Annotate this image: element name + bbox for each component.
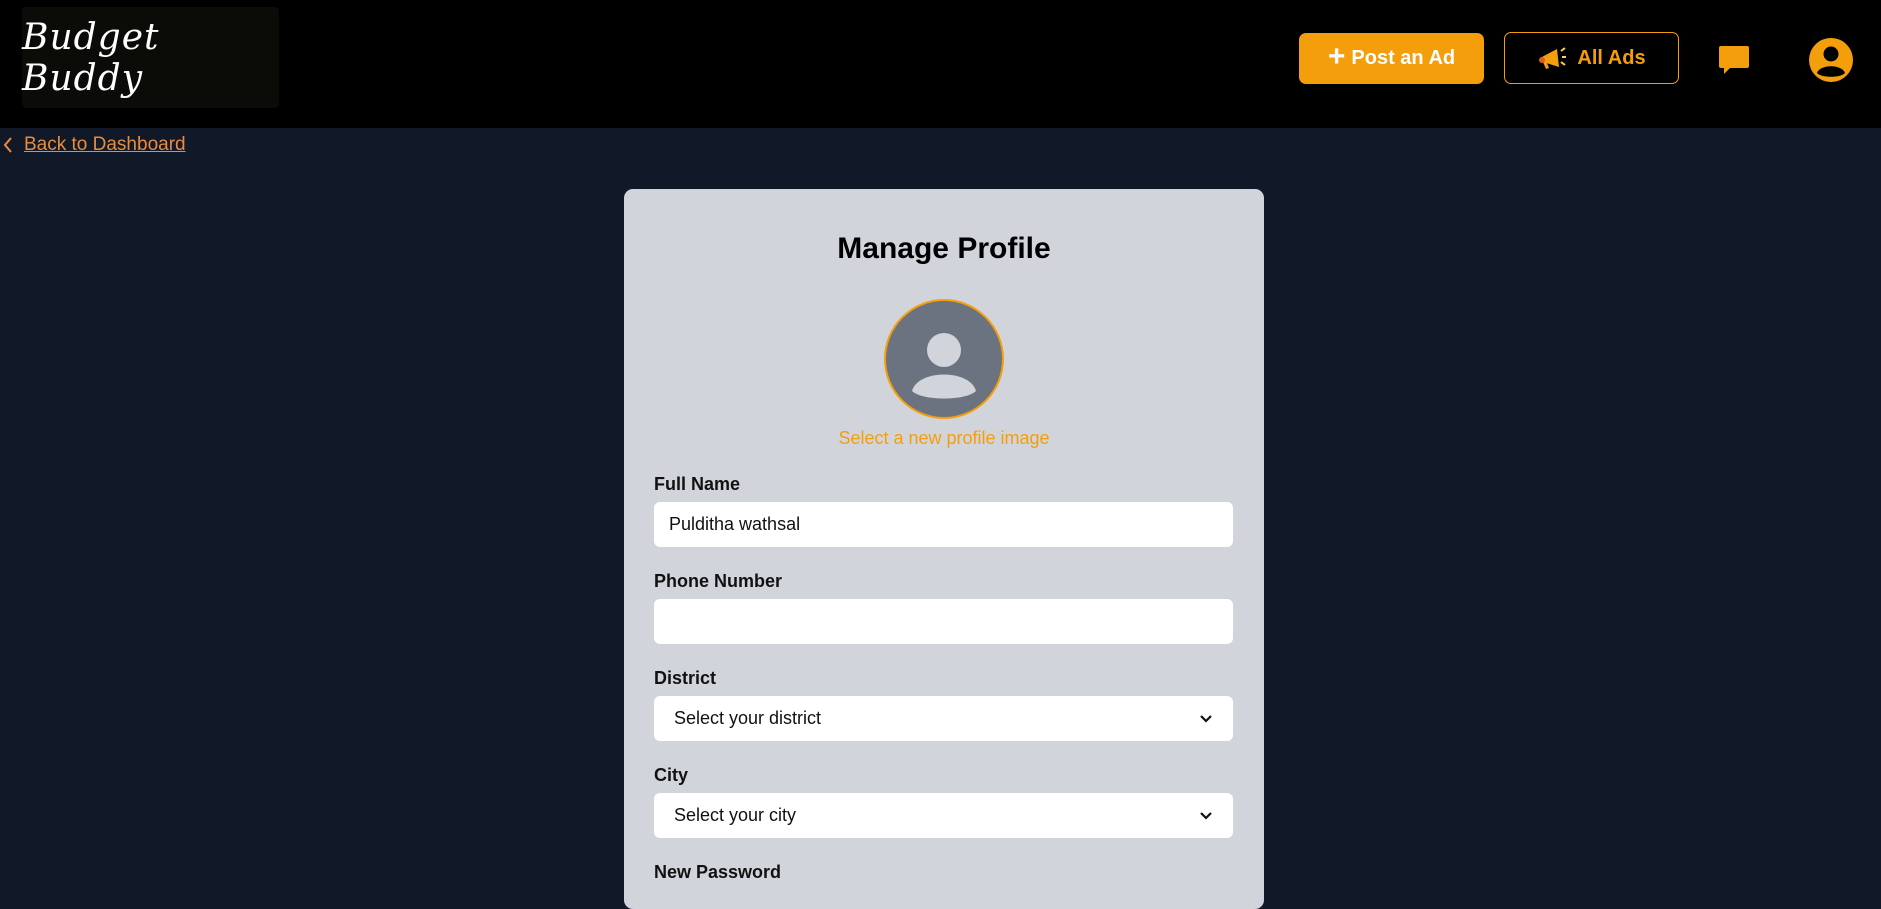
top-navbar: Budget Buddy + Post an Ad All Ads <box>0 0 1881 128</box>
chevron-left-icon <box>3 137 12 153</box>
chevron-down-icon <box>1200 811 1212 820</box>
select-profile-image-link[interactable]: Select a new profile image <box>624 428 1264 449</box>
district-selected-value: Select your district <box>674 708 822 728</box>
page-title: Manage Profile <box>837 232 1051 265</box>
full-name-field[interactable]: Pulditha wathsal <box>654 502 1233 547</box>
profile-avatar[interactable] <box>884 299 1004 419</box>
city-selected-value: Select your city <box>674 805 797 825</box>
default-user-icon <box>912 333 976 399</box>
phone-number-label: Phone Number <box>654 571 783 591</box>
chat-bubble-icon[interactable] <box>1718 44 1750 76</box>
brand-logo-text: Budget Buddy <box>22 16 160 99</box>
district-label: District <box>654 668 717 688</box>
plus-icon: + <box>1327 40 1346 73</box>
city-label: City <box>654 765 689 785</box>
chevron-down-icon <box>1200 714 1212 723</box>
user-circle-icon[interactable] <box>1808 37 1854 83</box>
post-ad-button[interactable]: + Post an Ad <box>1299 33 1484 84</box>
full-name-value: Pulditha wathsal <box>669 514 801 534</box>
brand-logo[interactable]: Budget Buddy <box>22 7 279 108</box>
phone-number-field[interactable] <box>654 599 1233 644</box>
full-name-label: Full Name <box>654 474 741 494</box>
back-to-dashboard-label: Back to Dashboard <box>24 134 186 155</box>
all-ads-button[interactable]: All Ads <box>1504 32 1679 84</box>
back-to-dashboard-link[interactable]: Back to Dashboard <box>2 132 186 158</box>
new-password-label: New Password <box>654 862 782 882</box>
all-ads-label: All Ads <box>1577 46 1646 69</box>
post-ad-label: Post an Ad <box>1351 47 1456 69</box>
megaphone-icon <box>1539 47 1567 69</box>
city-select[interactable]: Select your city <box>654 793 1233 838</box>
district-select[interactable]: Select your district <box>654 696 1233 741</box>
